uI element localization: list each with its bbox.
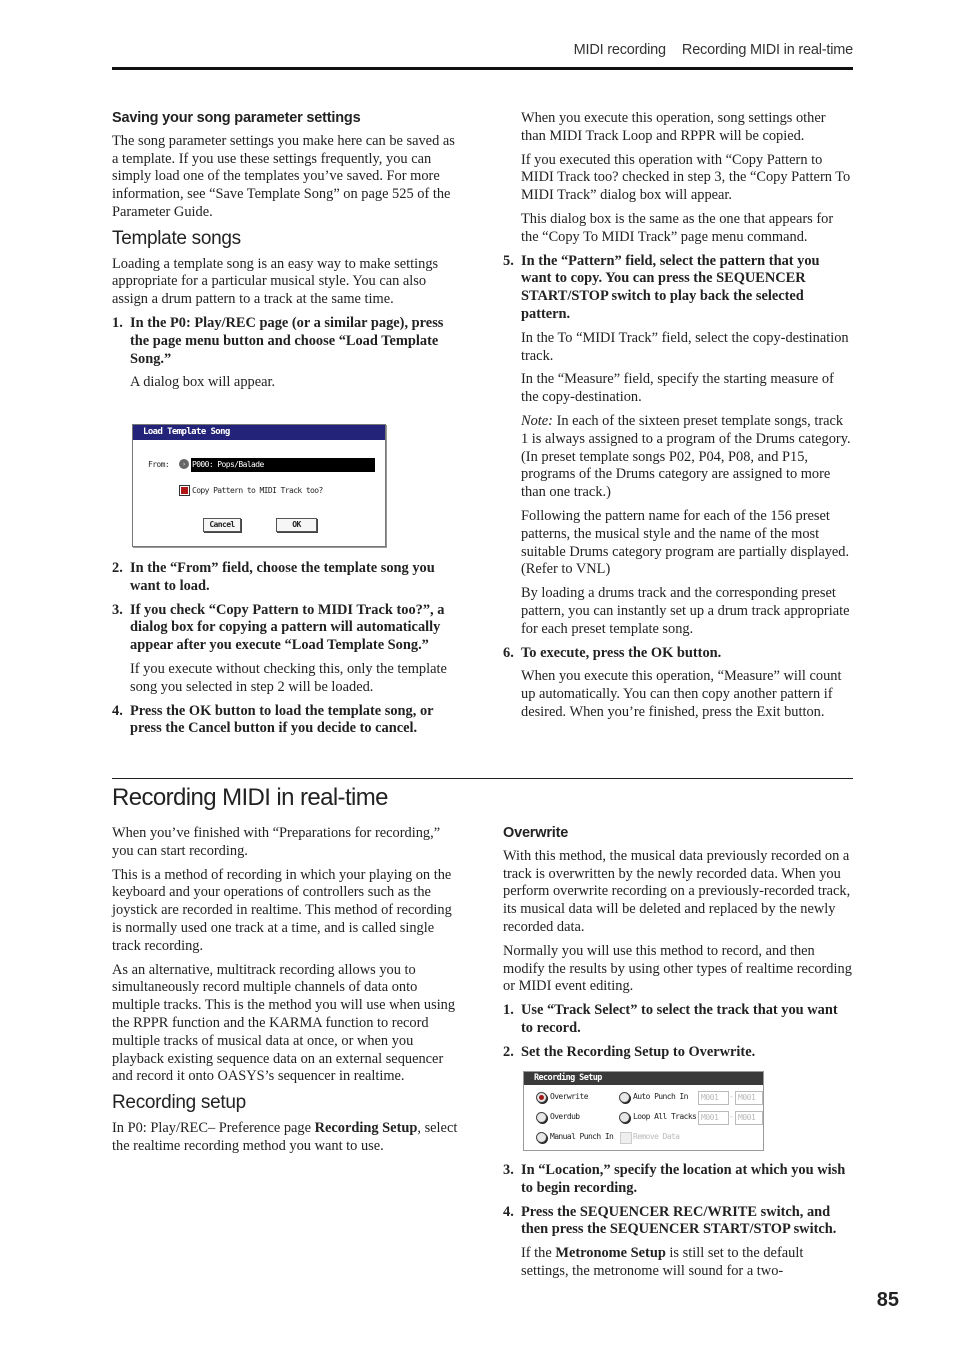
paragraph: This dialog box is the same as the one t… <box>521 210 834 245</box>
remove-data-checkbox[interactable] <box>620 1132 632 1144</box>
manual-punch-in-radio[interactable] <box>536 1132 547 1143</box>
from-field[interactable]: P000: Pops/Balade <box>191 458 375 472</box>
paragraph: By loading a drums track and the corresp… <box>521 585 850 637</box>
cancel-button[interactable]: Cancel <box>203 518 241 532</box>
loop-start-field[interactable]: M001 <box>698 1111 729 1125</box>
paragraph: If you executed this operation with “Cop… <box>521 151 851 204</box>
paragraph: Following the pattern name for each of t… <box>521 507 850 578</box>
paragraph: In P0: Play/REC– Preference page Recordi… <box>112 1119 458 1154</box>
paragraph: As an alternative, multitrack recording … <box>112 961 456 1085</box>
auto-punch-start-field[interactable]: M001 <box>698 1091 729 1105</box>
paragraph: Normally you will use this method to rec… <box>503 942 852 995</box>
step-2: 2. In the “From” field, choose the templ… <box>112 560 435 594</box>
step-4: 4. Press the OK button to load the templ… <box>112 702 434 737</box>
saving-paragraph: The song parameter settings you make her… <box>112 132 455 220</box>
panel-title: Recording Setup <box>524 1072 763 1085</box>
header-rule <box>112 67 853 70</box>
copy-pattern-label: Copy Pattern to MIDI Track too? <box>192 486 323 495</box>
overwrite-heading: Overwrite <box>503 825 569 841</box>
overdub-radio[interactable] <box>536 1112 547 1123</box>
right-column-steps: 3. In “Location,” specify the location a… <box>503 1162 853 1287</box>
section-title: Recording MIDI in real-time <box>112 784 388 811</box>
paragraph: If the Metronome Setup is still set to t… <box>521 1245 804 1279</box>
chevron-right-icon[interactable]: › <box>179 459 189 469</box>
overwrite-label: Overwrite <box>550 1092 589 1101</box>
left-column-steps: 2. In the “From” field, choose the templ… <box>112 560 462 744</box>
dialog-title: Load Template Song <box>133 425 385 440</box>
paragraph: When you execute this operation, “Measur… <box>521 668 842 720</box>
running-head: MIDI recording Recording MIDI in real-tim… <box>573 42 854 58</box>
paragraph: In the “Measure” field, specify the star… <box>521 371 834 406</box>
ok-button[interactable]: OK <box>276 518 317 532</box>
paragraph: With this method, the musical data previ… <box>503 847 851 935</box>
copy-pattern-checkbox[interactable] <box>179 485 190 496</box>
auto-punch-in-radio[interactable] <box>619 1092 630 1103</box>
section-rule <box>112 778 853 779</box>
saving-heading: Saving your song parameter settings <box>112 110 361 126</box>
auto-punch-in-label: Auto Punch In <box>633 1092 688 1101</box>
load-template-song-dialog: Load Template Song From: › P000: Pops/Ba… <box>132 424 386 547</box>
from-label: From: <box>148 460 170 469</box>
loop-all-tracks-radio[interactable] <box>619 1112 630 1123</box>
left-column-bottom: When you’ve finished with “Preparations … <box>112 825 462 1162</box>
step-5: 5. In the “Pattern” field, select the pa… <box>503 252 820 322</box>
recording-setup-panel: Recording Setup Overwrite Overdub Manual… <box>523 1071 764 1151</box>
paragraph: In the To “MIDI Track” field, select the… <box>521 329 849 364</box>
step-4: 4. Press the SEQUENCER REC/WRITE switch,… <box>503 1203 837 1238</box>
page-number: 85 <box>876 1289 899 1311</box>
paragraph: When you execute this operation, song se… <box>521 110 826 144</box>
paragraph: This is a method of recording in which y… <box>112 866 452 954</box>
left-column-top: Saving your song parameter settings The … <box>112 110 462 398</box>
step-3: 3. In “Location,” specify the location a… <box>503 1162 846 1196</box>
step-1: 1. In the P0: Play/REC page (or a simila… <box>112 314 444 367</box>
chapter-title: MIDI recording <box>573 42 666 58</box>
loop-all-tracks-label: Loop All Tracks <box>633 1112 697 1121</box>
step-1-note: A dialog box will appear. <box>130 374 276 391</box>
recording-setup-heading: Recording setup <box>112 1092 246 1114</box>
template-paragraph: Loading a template song is an easy way t… <box>112 255 439 308</box>
right-column-top: When you execute this operation, song se… <box>503 110 853 728</box>
step-2: 2. Set the Recording Setup to Overwrite. <box>503 1043 756 1060</box>
note: Note: In each of the sixteen preset temp… <box>521 412 851 501</box>
paragraph: When you’ve finished with “Preparations … <box>112 825 441 859</box>
right-column-bottom: Overwrite With this method, the musical … <box>503 825 853 1068</box>
step-3-note: If you execute without checking this, on… <box>130 660 447 695</box>
note-label: Note: <box>521 412 553 429</box>
range-dash: - <box>729 1112 734 1121</box>
range-dash: - <box>729 1092 734 1101</box>
template-songs-heading: Template songs <box>112 227 241 249</box>
step-1: 1. Use “Track Select” to select the trac… <box>503 1002 838 1036</box>
overwrite-radio[interactable] <box>536 1092 547 1103</box>
section-title-header: Recording MIDI in real-time <box>681 42 853 58</box>
loop-end-field[interactable]: M001 <box>735 1111 763 1125</box>
manual-punch-in-label: Manual Punch In <box>550 1132 614 1141</box>
auto-punch-end-field[interactable]: M001 <box>735 1091 763 1105</box>
step-6: 6. To execute, press the OK button. <box>503 644 722 661</box>
remove-data-label: Remove Data <box>633 1132 680 1141</box>
overdub-label: Overdub <box>550 1112 580 1121</box>
step-3: 3. If you check “Copy Pattern to MIDI Tr… <box>112 601 445 654</box>
